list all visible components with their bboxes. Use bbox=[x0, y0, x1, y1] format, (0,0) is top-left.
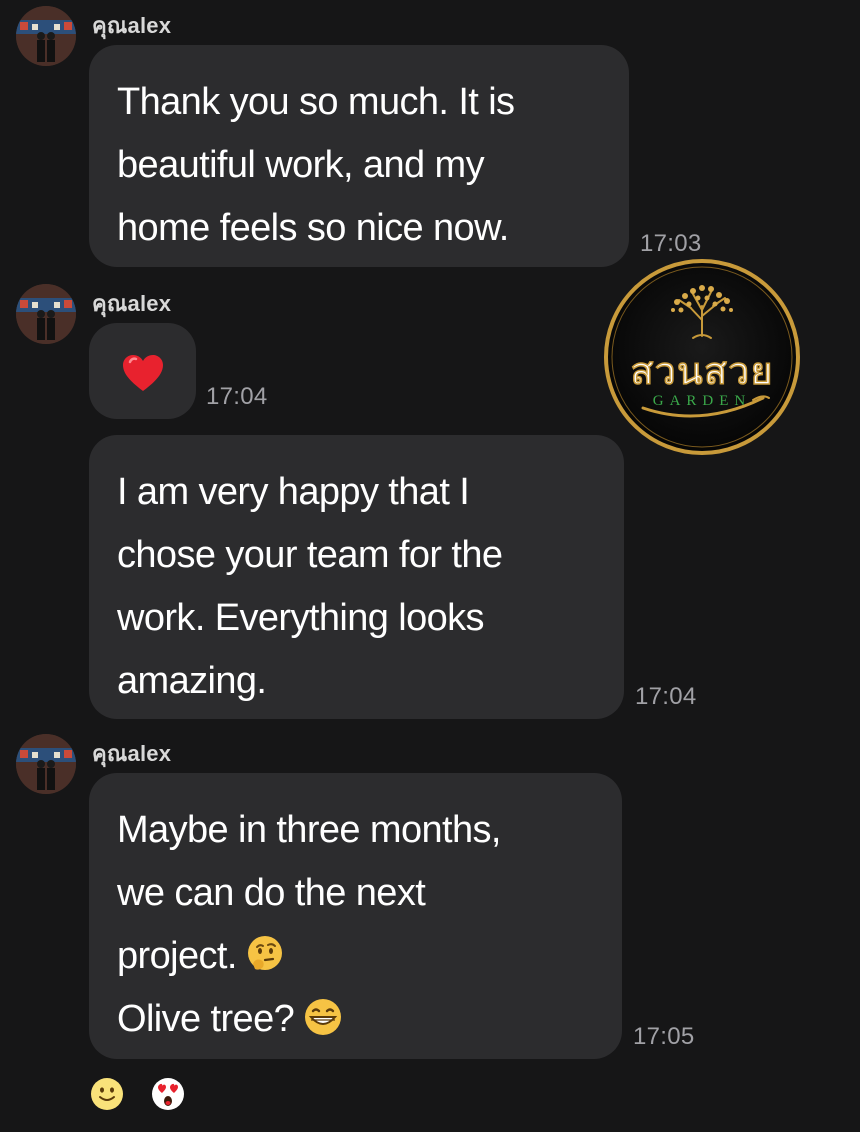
message-line: Maybe in three months, bbox=[117, 809, 501, 851]
slightly-smiling-face-icon[interactable] bbox=[90, 1077, 124, 1111]
avatar-photo-icon bbox=[16, 6, 76, 66]
message-line: chose your team for the bbox=[117, 534, 503, 576]
logo-english-text: GARDEN bbox=[652, 393, 752, 409]
sender-avatar[interactable] bbox=[16, 284, 76, 344]
sender-name: คุณalex bbox=[92, 291, 172, 316]
message-line: home feels so nice now. bbox=[117, 207, 509, 249]
message-line: beautiful work, and my bbox=[117, 144, 485, 186]
sender-name: คุณalex bbox=[92, 741, 172, 766]
message-line: we can do the next bbox=[117, 872, 426, 914]
message-line-text: Olive tree? bbox=[117, 998, 295, 1040]
message-line: amazing. bbox=[117, 660, 267, 702]
heart-icon bbox=[123, 355, 163, 391]
thinking-face-icon bbox=[247, 935, 282, 970]
message-line-with-emoji: Olive tree? bbox=[117, 988, 594, 1051]
emoji-message-bubble[interactable] bbox=[89, 323, 196, 419]
avatar-photo-icon bbox=[16, 734, 76, 794]
message-timestamp: 17:03 bbox=[640, 230, 702, 257]
sender-avatar[interactable] bbox=[16, 734, 76, 794]
message-timestamp: 17:04 bbox=[635, 683, 697, 710]
message-bubble[interactable]: Maybe in three months, we can do the nex… bbox=[89, 773, 622, 1059]
message-bubble[interactable]: Thank you so much. It is beautiful work,… bbox=[89, 45, 629, 267]
message-line-with-emoji: project. bbox=[117, 925, 594, 988]
reactions-row bbox=[90, 1077, 200, 1115]
message-bubble[interactable]: I am very happy that I chose your team f… bbox=[89, 435, 624, 719]
message-line: Thank you so much. It is bbox=[117, 81, 515, 123]
sender-name: คุณalex bbox=[92, 13, 172, 38]
message-line-text: project. bbox=[117, 935, 237, 977]
message-timestamp: 17:04 bbox=[206, 383, 268, 410]
logo-thai-text: สวนสวย bbox=[630, 348, 774, 394]
message-line: I am very happy that I bbox=[117, 471, 470, 513]
message-timestamp: 17:05 bbox=[633, 1023, 695, 1050]
message-line: work. Everything looks bbox=[117, 597, 485, 639]
heart-eyes-face-icon[interactable] bbox=[151, 1077, 185, 1111]
garden-logo: สวนสวย GARDEN bbox=[603, 258, 801, 456]
sender-avatar[interactable] bbox=[16, 6, 76, 66]
avatar-photo-icon bbox=[16, 284, 76, 344]
grinning-face-icon bbox=[305, 998, 342, 1035]
